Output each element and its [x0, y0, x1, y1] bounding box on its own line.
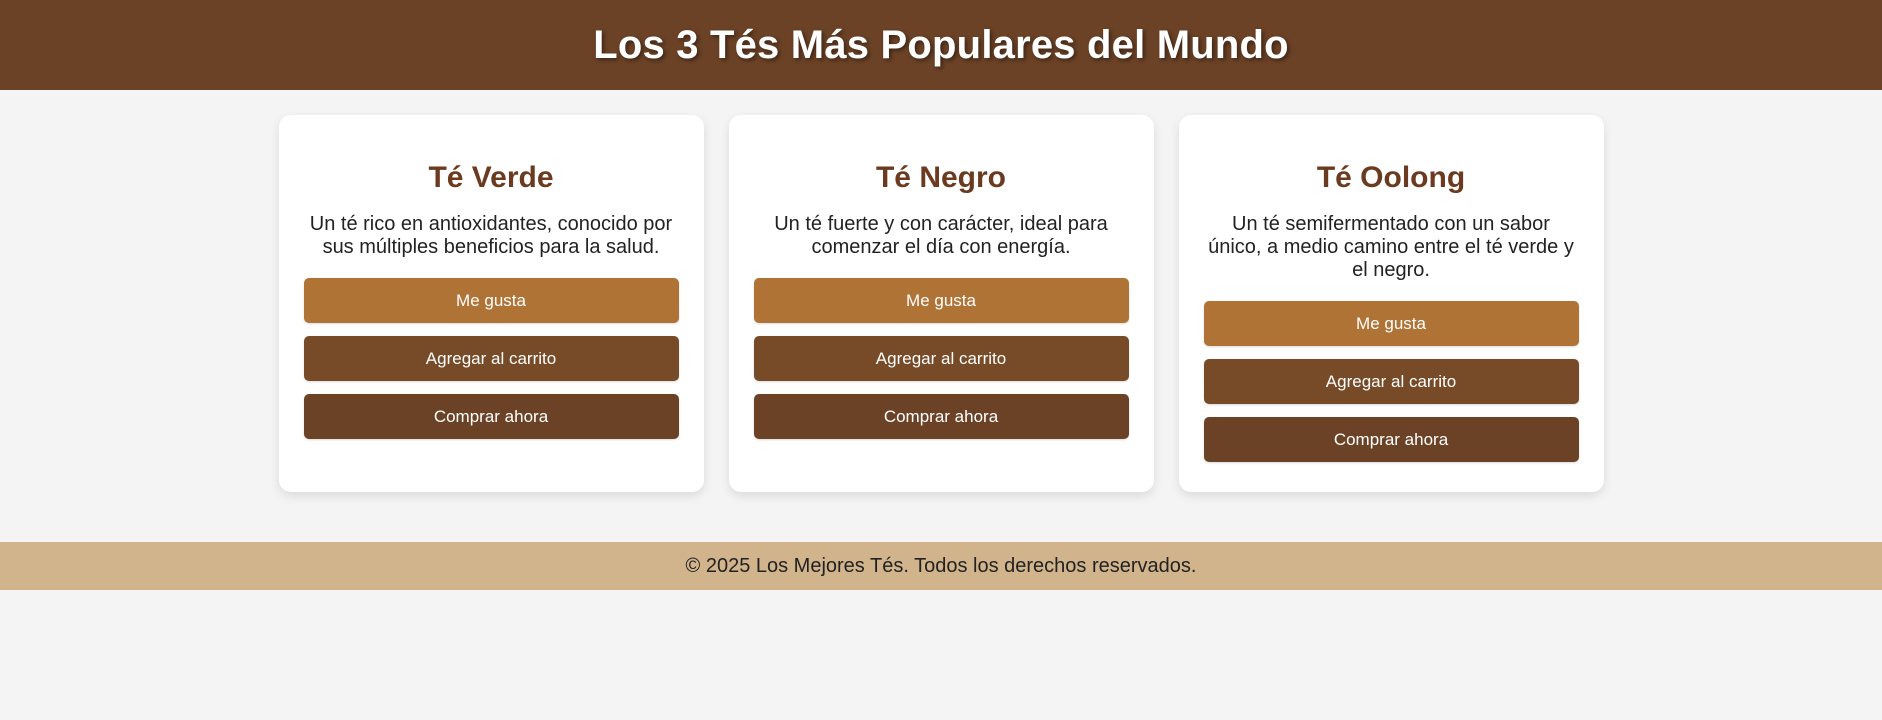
buy-now-button[interactable]: Comprar ahora: [753, 394, 1129, 439]
tea-card-title: Té Verde: [428, 161, 554, 194]
add-to-cart-button[interactable]: Agregar al carrito: [303, 336, 679, 381]
like-button[interactable]: Me gusta: [303, 278, 679, 323]
tea-card-oolong: Té Oolong Un té semifermentado con un sa…: [1178, 115, 1604, 492]
like-button[interactable]: Me gusta: [753, 278, 1129, 323]
buy-now-button[interactable]: Comprar ahora: [303, 394, 679, 439]
tea-card-verde: Té Verde Un té rico en antioxidantes, co…: [278, 115, 704, 492]
tea-card-description: Un té rico en antioxidantes, conocido po…: [309, 213, 673, 258]
tea-card-description: Un té semifermentado con un sabor único,…: [1208, 213, 1574, 281]
tea-card-description: Un té fuerte y con carácter, ideal para …: [774, 213, 1108, 258]
buy-now-button[interactable]: Comprar ahora: [1203, 417, 1579, 462]
copyright-text: © 2025 Los Mejores Tés. Todos los derech…: [685, 554, 1197, 577]
tea-card-negro: Té Negro Un té fuerte y con carácter, id…: [728, 115, 1154, 492]
site-header: Los 3 Tés Más Populares del Mundo: [0, 0, 1882, 90]
tea-cards: Té Verde Un té rico en antioxidantes, co…: [0, 115, 1882, 492]
add-to-cart-button[interactable]: Agregar al carrito: [753, 336, 1129, 381]
tea-card-title: Té Oolong: [1316, 161, 1466, 194]
add-to-cart-button[interactable]: Agregar al carrito: [1203, 359, 1579, 404]
page-title: Los 3 Tés Más Populares del Mundo: [593, 22, 1289, 67]
like-button[interactable]: Me gusta: [1203, 301, 1579, 346]
site-footer: © 2025 Los Mejores Tés. Todos los derech…: [0, 542, 1882, 590]
tea-card-title: Té Negro: [875, 161, 1007, 194]
